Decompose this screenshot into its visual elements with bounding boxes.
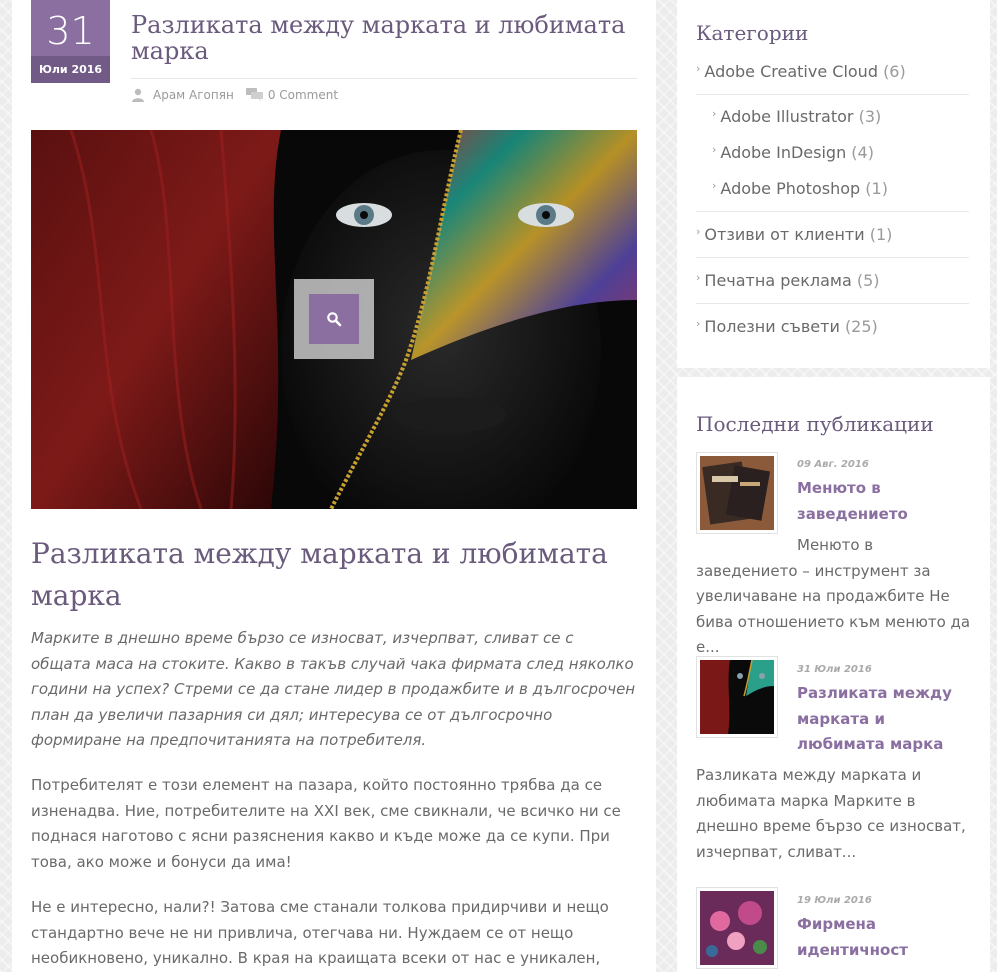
- sidebar: Категории › Adobe Creative Cloud (6) › Ado…: [677, 0, 990, 972]
- recent-post-date: 19 Юли 2016: [797, 895, 872, 906]
- divider: [696, 211, 969, 212]
- recent-post-thumbnail[interactable]: [696, 656, 778, 738]
- post-paragraph: Не е интересно, нали?! Затова сме станал…: [31, 898, 609, 967]
- comment-icon: [245, 88, 263, 102]
- recent-post-excerpt: Менюто в заведението – инструмент за уве…: [696, 536, 971, 656]
- chevron-right-icon: ›: [696, 225, 701, 238]
- post-lead: Марките в днешно време бързо се износват…: [31, 629, 636, 749]
- categories-widget: Категории › Adobe Creative Cloud (6) › Ado…: [677, 0, 990, 368]
- user-icon: [131, 88, 147, 102]
- category-item[interactable]: › Печатна реклама (5): [696, 271, 969, 290]
- zoom-overlay: [294, 279, 374, 359]
- recent-post-title-link[interactable]: Разликата между марката и любимата марка: [797, 681, 967, 758]
- category-item[interactable]: › Adobe InDesign (4): [712, 143, 969, 162]
- category-item[interactable]: › Adobe Creative Cloud (6): [696, 62, 969, 81]
- recent-post-thumbnail[interactable]: [696, 452, 778, 534]
- divider: [696, 94, 969, 95]
- recent-post-title-link[interactable]: Менюто в заведението: [797, 476, 967, 527]
- post-date-day: 31: [46, 9, 95, 53]
- category-item[interactable]: › Adobe Illustrator (3): [712, 107, 969, 126]
- recent-post-title-link[interactable]: Фирмена идентичност: [797, 912, 967, 963]
- recent-post-date: 09 Авг. 2016: [797, 459, 869, 470]
- post-column: 31 Юли 2016 Разликата между марката и лю…: [12, 0, 656, 972]
- post-author-link[interactable]: Арам Агопян: [153, 88, 234, 102]
- chevron-right-icon: ›: [696, 317, 701, 330]
- chevron-right-icon: ›: [696, 62, 701, 75]
- recent-posts-title: Последни публикации: [696, 412, 934, 436]
- search-icon: [326, 311, 342, 327]
- featured-image[interactable]: [31, 130, 637, 509]
- categories-title: Категории: [696, 21, 809, 45]
- recent-post-excerpt: Разликата между марката и любимата марка…: [696, 766, 966, 861]
- recent-post-date: 31 Юли 2016: [797, 664, 872, 675]
- category-item[interactable]: › Полезни съвети (25): [696, 317, 969, 336]
- post-date-month: Юли 2016: [31, 56, 110, 83]
- category-item[interactable]: › Отзиви от клиенти (1): [696, 225, 969, 244]
- post-comments-link[interactable]: 0 Comment: [268, 88, 338, 102]
- zoom-button[interactable]: [309, 294, 359, 344]
- divider: [131, 78, 637, 79]
- chevron-right-icon: ›: [712, 143, 717, 156]
- post-title-link[interactable]: Разликата между марката и любимата марка: [131, 12, 639, 64]
- chevron-right-icon: ›: [712, 107, 717, 120]
- post-paragraph: Потребителят е този елемент на пазара, к…: [31, 776, 621, 871]
- post-meta: Арам Агопян 0 Comment: [131, 88, 338, 102]
- chevron-right-icon: ›: [696, 271, 701, 284]
- category-item[interactable]: › Adobe Photoshop (1): [712, 179, 969, 198]
- divider: [696, 257, 969, 258]
- divider: [696, 303, 969, 304]
- recent-posts-widget: Последни публикации 09 Авг. 2016 Менюто …: [677, 377, 990, 972]
- post-headline: Разликата между марката и любимата марка: [31, 537, 608, 612]
- chevron-right-icon: ›: [712, 179, 717, 192]
- recent-post-thumbnail[interactable]: [696, 887, 778, 969]
- post-date-badge: 31 Юли 2016: [31, 0, 110, 83]
